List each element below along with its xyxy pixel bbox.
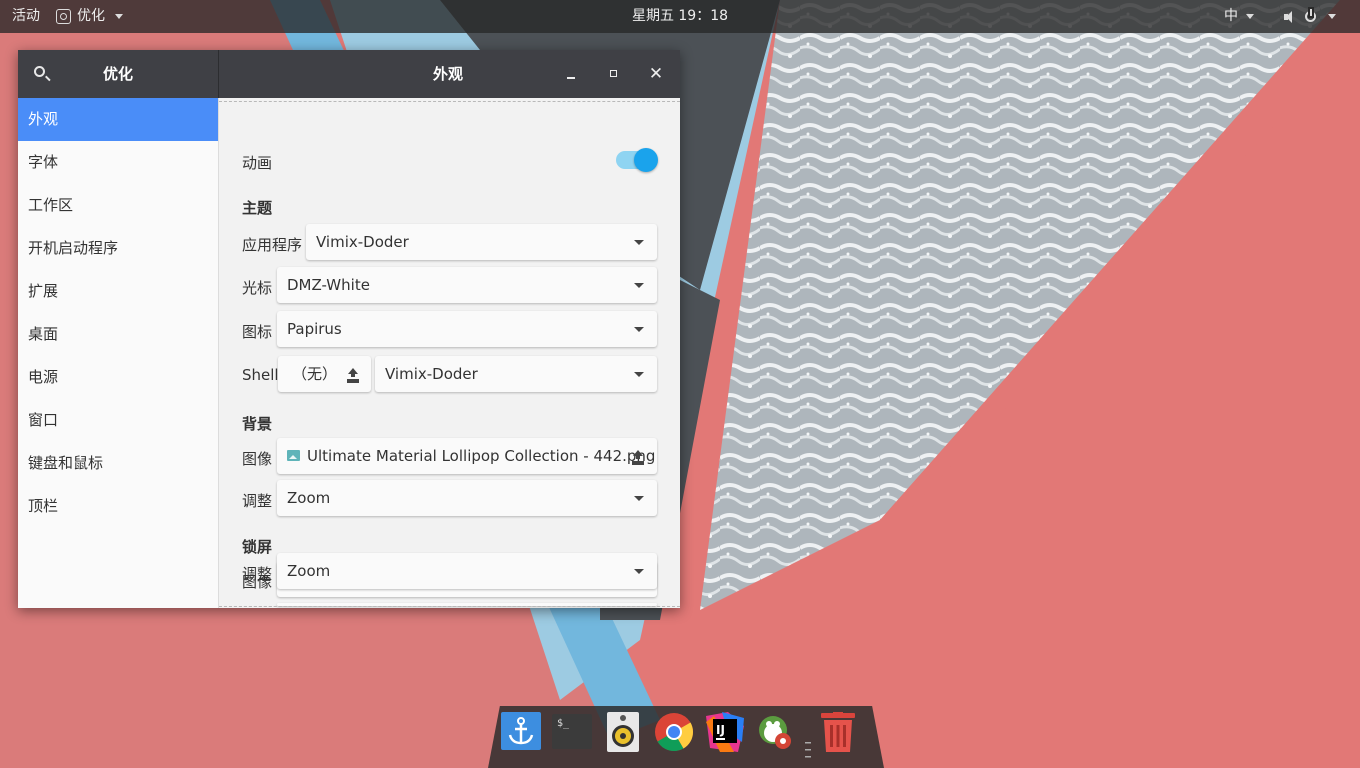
background-image-value: Ultimate Material Lollipop Collection - … <box>307 447 656 465</box>
background-image-button[interactable]: Ultimate Material Lollipop Collection - … <box>277 438 657 474</box>
activities-label: 活动 <box>12 8 40 24</box>
background-heading: 背景 <box>242 415 273 433</box>
themes-heading: 主题 <box>242 199 273 217</box>
show-apps-handle[interactable] <box>803 740 813 760</box>
sidebar-item-startup-apps[interactable]: 开机启动程序 <box>18 227 218 270</box>
app-menu[interactable]: 优化 <box>56 0 123 33</box>
icons-theme-value: Papirus <box>287 320 342 338</box>
applications-label: 应用程序 <box>242 236 303 254</box>
page-title: 外观 <box>432 65 463 83</box>
chrome-icon[interactable] <box>653 712 695 752</box>
clock[interactable]: 星期五 19：18 <box>632 8 728 24</box>
icons-label: 图标 <box>242 323 273 341</box>
chevron-down-icon <box>1246 13 1255 19</box>
anchor-icon[interactable] <box>500 712 542 752</box>
lockscreen-heading: 锁屏 <box>242 538 273 556</box>
scroll-edge-bottom-line <box>219 606 680 607</box>
shell-theme-dropdown[interactable]: Vimix-Doder <box>375 356 657 392</box>
sidebar-item-extensions[interactable]: 扩展 <box>18 270 218 313</box>
switch-knob <box>634 148 658 172</box>
window-titlebar: 优化 外观 ✕ <box>18 50 680 98</box>
animations-switch[interactable] <box>616 148 658 172</box>
background-adjustment-dropdown[interactable]: Zoom <box>277 480 657 516</box>
lockscreen-adjustment-label-visible: 调整 <box>242 565 273 583</box>
power-icon <box>1305 9 1316 22</box>
chevron-down-icon <box>1328 14 1336 19</box>
dropdown-arrow-icon <box>634 240 644 245</box>
chevron-down-icon <box>115 14 123 19</box>
titlebar-divider <box>218 50 219 98</box>
maximize-button[interactable] <box>604 64 624 84</box>
upload-icon <box>632 450 644 463</box>
sidebar: 外观 字体 工作区 开机启动程序 扩展 桌面 电源 窗口 键盘和鼠标 顶栏 <box>18 98 219 608</box>
animations-label: 动画 <box>242 154 273 172</box>
input-method-menu[interactable]: 中 <box>1224 0 1255 33</box>
sidebar-item-fonts[interactable]: 字体 <box>18 141 218 184</box>
shell-label: Shell <box>242 366 279 384</box>
shell-theme-file-value: （无） <box>292 365 338 383</box>
close-button[interactable]: ✕ <box>646 64 666 84</box>
top-panel: 活动 优化 星期五 19：18 中 <box>0 0 1360 33</box>
dropdown-arrow-icon <box>634 283 644 288</box>
sidebar-title: 优化 <box>102 65 133 83</box>
intellij-idea-icon[interactable]: IJ <box>704 712 746 752</box>
lockscreen-adjustment-dropdown-visible[interactable]: Zoom <box>277 553 657 589</box>
cursor-theme-value: DMZ-White <box>287 276 370 294</box>
sidebar-item-appearance[interactable]: 外观 <box>18 98 218 141</box>
sidebar-item-power[interactable]: 电源 <box>18 356 218 399</box>
dropdown-arrow-icon <box>634 496 644 501</box>
minimize-button[interactable] <box>562 64 582 84</box>
ide-glyph: IJ <box>716 723 725 737</box>
background-adjustment-value: Zoom <box>287 489 331 507</box>
terminal-glyph: $_ <box>557 718 570 729</box>
cursor-theme-dropdown[interactable]: DMZ-White <box>277 267 657 303</box>
applications-theme-value: Vimix-Doder <box>316 233 409 251</box>
search-icon[interactable] <box>34 66 45 77</box>
dropdown-arrow-icon <box>634 372 644 377</box>
dropdown-arrow-icon <box>634 327 644 332</box>
tweaks-app-icon <box>56 9 71 24</box>
upload-icon <box>347 368 359 381</box>
lockscreen-adjustment-value: Zoom <box>287 562 331 580</box>
volume-icon <box>1283 10 1297 24</box>
gimp-settings-icon[interactable] <box>755 712 797 752</box>
sidebar-item-desktop[interactable]: 桌面 <box>18 313 218 356</box>
system-menu[interactable] <box>1283 0 1336 33</box>
background-image-label: 图像 <box>242 450 273 468</box>
sidebar-item-keyboard-mouse[interactable]: 键盘和鼠标 <box>18 442 218 485</box>
background-adjustment-label: 调整 <box>242 492 273 510</box>
trash-icon[interactable] <box>817 712 859 752</box>
activities-button[interactable]: 活动 <box>12 0 40 33</box>
clock-area: 星期五 19：18 <box>0 0 1360 33</box>
cursor-label: 光标 <box>242 279 273 297</box>
speaker-app-icon[interactable] <box>602 712 644 752</box>
shell-theme-value: Vimix-Doder <box>385 365 478 383</box>
applications-theme-dropdown[interactable]: Vimix-Doder <box>306 224 657 260</box>
sidebar-item-workspaces[interactable]: 工作区 <box>18 184 218 227</box>
appearance-panel: 动画 主题 应用程序 Vimix-Doder 光标 DMZ-White 图标 P… <box>219 98 680 608</box>
shell-theme-file-button[interactable]: （无） <box>278 356 371 392</box>
input-method-label: 中 <box>1224 8 1238 24</box>
tweaks-window: 优化 外观 ✕ 外观 字体 工作区 开机启动程序 扩展 桌面 电源 窗口 键盘和… <box>18 50 680 608</box>
image-file-icon <box>287 450 300 461</box>
sidebar-item-top-bar[interactable]: 顶栏 <box>18 485 218 528</box>
terminal-icon[interactable]: $_ <box>551 712 593 752</box>
scroll-edge-top <box>219 101 680 102</box>
dropdown-arrow-icon <box>634 569 644 574</box>
icons-theme-dropdown[interactable]: Papirus <box>277 311 657 347</box>
app-menu-label: 优化 <box>77 8 105 24</box>
sidebar-item-windows[interactable]: 窗口 <box>18 399 218 442</box>
